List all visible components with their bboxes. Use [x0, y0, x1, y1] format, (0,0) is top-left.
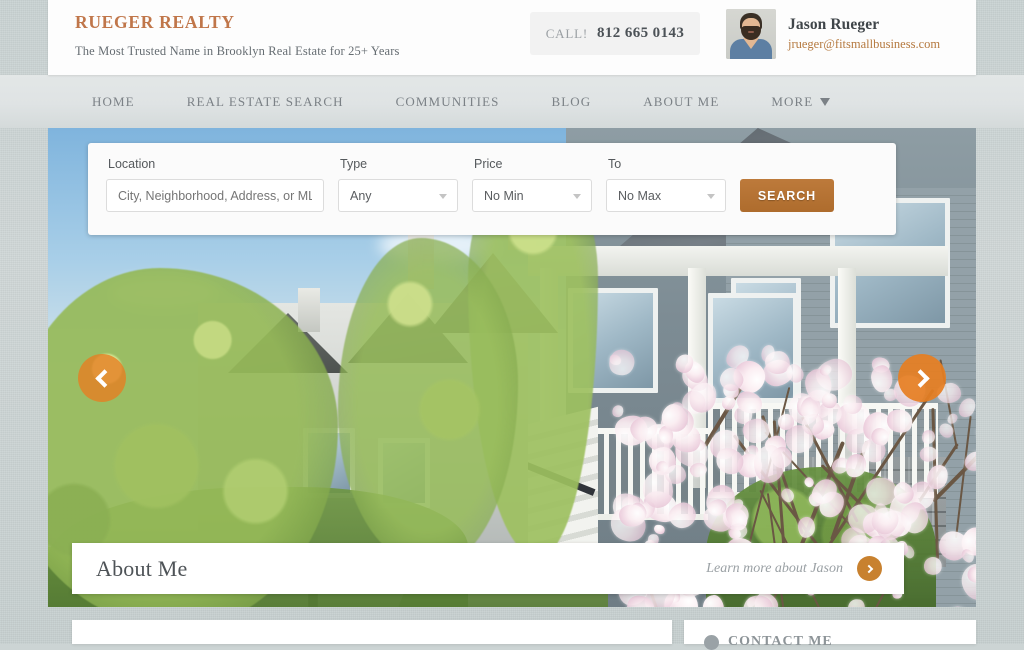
price-min-value: No Min [484, 189, 524, 203]
agent-block[interactable]: Jason Rueger jrueger@fitsmallbusiness.co… [726, 9, 940, 59]
carousel-prev-button[interactable] [78, 354, 126, 402]
carousel-next-button[interactable] [898, 354, 946, 402]
nav-item-blog[interactable]: BLOG [525, 94, 617, 110]
price-max-field-group: To No Max [606, 157, 726, 212]
nav-item-home[interactable]: HOME [48, 94, 161, 110]
chevron-down-icon [439, 194, 447, 199]
price-label: Price [472, 157, 592, 171]
chevron-right-icon [911, 369, 929, 387]
magnolia-blossom [939, 603, 975, 607]
site-header: RUEGER REALTY The Most Trusted Name in B… [48, 0, 976, 75]
type-label: Type [338, 157, 458, 171]
nav-item-label: MORE [771, 94, 813, 110]
logo-title: RUEGER REALTY [75, 12, 400, 33]
magnolia-blossom [753, 445, 784, 483]
contact-dot-icon [704, 635, 719, 650]
logo-tagline: The Most Trusted Name in Brooklyn Real E… [75, 44, 400, 59]
avatar [726, 9, 776, 59]
price-min-field-group: Price No Min [472, 157, 592, 212]
magnolia-blossom [702, 594, 725, 607]
magnolia-blossom [973, 342, 976, 371]
nav-item-label: ABOUT ME [643, 94, 719, 110]
chevron-down-icon [820, 98, 830, 106]
nav-item-label: COMMUNITIES [396, 94, 500, 110]
about-me-bar: About Me Learn more about Jason [72, 543, 904, 594]
about-me-link-group[interactable]: Learn more about Jason [706, 556, 882, 581]
nav-item-communities[interactable]: COMMUNITIES [370, 94, 526, 110]
about-me-title: About Me [96, 556, 187, 582]
magnolia-blossom [883, 388, 897, 402]
search-button[interactable]: SEARCH [740, 179, 834, 212]
price-max-value: No Max [618, 189, 661, 203]
contact-me-label: CONTACT ME [728, 634, 833, 650]
nav-item-real-estate-search[interactable]: REAL ESTATE SEARCH [161, 94, 370, 110]
price-min-select[interactable]: No Min [472, 179, 592, 212]
chevron-left-icon [95, 369, 113, 387]
agent-name: Jason Rueger [788, 16, 940, 34]
about-me-link-text: Learn more about Jason [706, 561, 843, 577]
nav-item-label: REAL ESTATE SEARCH [187, 94, 344, 110]
magnolia-blossom [665, 465, 686, 484]
magnolia-blossom [921, 554, 944, 577]
chevron-down-icon [707, 194, 715, 199]
agent-email[interactable]: jrueger@fitsmallbusiness.com [788, 37, 940, 52]
magnolia-blossom [802, 414, 824, 435]
chevron-down-icon [573, 194, 581, 199]
call-box[interactable]: CALL! 812 665 0143 [530, 12, 700, 55]
nav-item-label: BLOG [551, 94, 591, 110]
magnolia-blossom [604, 346, 639, 381]
magnolia-blossom [900, 605, 937, 607]
type-select-value: Any [350, 189, 372, 203]
phone-number: 812 665 0143 [597, 25, 684, 42]
nav-item-about-me[interactable]: ABOUT ME [617, 94, 745, 110]
location-label: Location [106, 157, 324, 171]
chevron-right-circle-icon[interactable] [857, 556, 882, 581]
location-field-group: Location [106, 157, 324, 212]
nav-item-more[interactable]: MORE [745, 94, 856, 110]
nav-item-label: HOME [92, 94, 135, 110]
main-navigation: HOME REAL ESTATE SEARCH COMMUNITIES BLOG ABO… [0, 75, 1024, 128]
magnolia-blossom [847, 597, 867, 607]
contact-me-heading: CONTACT ME [704, 634, 833, 650]
type-select[interactable]: Any [338, 179, 458, 212]
magnolia-blossom [611, 403, 626, 418]
content-box-left [72, 620, 672, 644]
call-label: CALL! [546, 26, 588, 42]
search-input[interactable] [106, 179, 324, 212]
price-max-select[interactable]: No Max [606, 179, 726, 212]
site-logo[interactable]: RUEGER REALTY The Most Trusted Name in B… [75, 12, 400, 59]
type-field-group: Type Any [338, 157, 458, 212]
to-label: To [606, 157, 726, 171]
property-search-panel: Location Type Any Price No Min To No Max [88, 143, 896, 235]
